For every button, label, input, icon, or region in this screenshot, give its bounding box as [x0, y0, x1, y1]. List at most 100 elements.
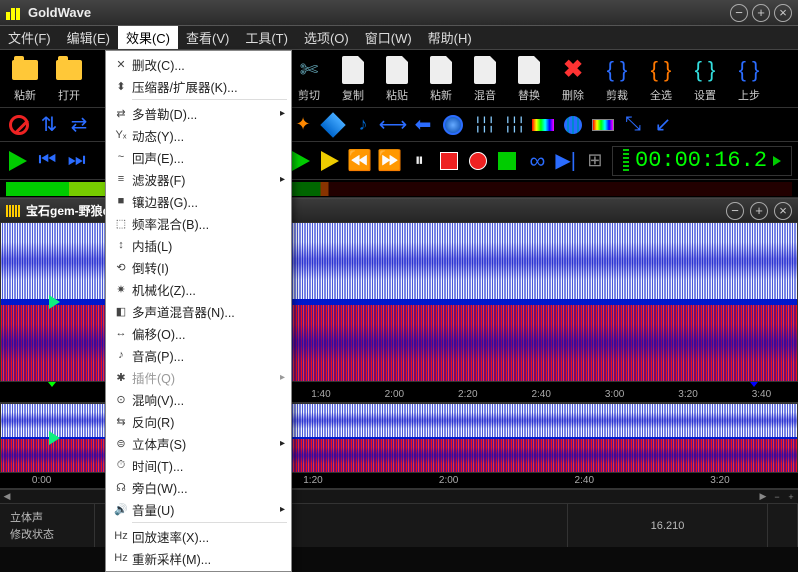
arrow-left-icon[interactable]: ⬅	[410, 112, 436, 138]
effects-item-24[interactable]: Hz重新采样(M)...	[106, 547, 291, 569]
sliders-icon[interactable]: ╎╎╎	[470, 112, 496, 138]
play-button[interactable]	[6, 148, 30, 174]
swap-vert-icon[interactable]: ⇅	[36, 112, 62, 138]
replace-label: 替换	[518, 87, 540, 103]
next-marker-button[interactable]: ⏭	[65, 148, 89, 174]
open-label: 打开	[58, 87, 80, 103]
effects-item-7[interactable]: ■镶边器(G)...	[106, 190, 291, 212]
menu-3[interactable]: 查看(V)	[178, 26, 237, 49]
swap-horiz-icon[interactable]: ⇄	[66, 112, 92, 138]
prev-marker-button[interactable]: ⏮	[35, 148, 59, 174]
effects-item-6[interactable]: ≡滤波器(F)	[106, 168, 291, 190]
sliders2-icon[interactable]: ╎╎╎	[500, 112, 526, 138]
trim-button[interactable]: { }剪裁	[598, 55, 636, 103]
arrows-out-icon[interactable]: ⟷	[380, 112, 406, 138]
effects-item-5[interactable]: ~回声(E)...	[106, 146, 291, 168]
menu-6[interactable]: 窗口(W)	[357, 26, 420, 49]
effects-item-21[interactable]: 🔊音量(U)	[106, 498, 291, 520]
effects-item-9[interactable]: ↕内插(L)	[106, 234, 291, 256]
effects-item-12[interactable]: ◧多声道混音器(N)...	[106, 300, 291, 322]
effects-item-11[interactable]: ✷机械化(Z)...	[106, 278, 291, 300]
orb-icon[interactable]	[440, 112, 466, 138]
menu-2[interactable]: 效果(C)	[118, 26, 178, 49]
menu-1[interactable]: 编辑(E)	[59, 26, 118, 49]
effects-item-label: 重新采样(M)...	[132, 549, 211, 568]
pause-button[interactable]: ⏸	[407, 148, 431, 174]
paste-new2-button[interactable]: 粘新	[422, 55, 460, 103]
playback-cursor-icon[interactable]	[49, 295, 60, 309]
delete-button[interactable]: ✖删除	[554, 55, 592, 103]
close-button[interactable]: ×	[774, 4, 792, 22]
arrow-down-left-icon[interactable]: ↙	[650, 112, 676, 138]
select-all-button[interactable]: { }全选	[642, 55, 680, 103]
effects-item-17[interactable]: ⇆反向(R)	[106, 410, 291, 432]
paste-over-button[interactable]: 粘贴	[378, 55, 416, 103]
play3-button[interactable]	[318, 148, 342, 174]
brace-icon: { }	[602, 55, 632, 85]
cube-icon[interactable]	[320, 112, 346, 138]
ruler-tick: 3:40	[752, 389, 771, 400]
effects-item-13[interactable]: ↔偏移(O)...	[106, 322, 291, 344]
record-button[interactable]	[466, 148, 490, 174]
effects-item-14[interactable]: ♪音高(P)...	[106, 344, 291, 366]
effects-item-10[interactable]: ⟲倒转(I)	[106, 256, 291, 278]
rewind-button[interactable]: ⏪	[347, 148, 372, 174]
converge-icon[interactable]: ⤡	[620, 112, 646, 138]
ruler-tick: 3:20	[710, 475, 729, 486]
barrel-icon[interactable]	[560, 112, 586, 138]
cancel-icon[interactable]	[6, 112, 32, 138]
overview-cursor-icon[interactable]	[49, 431, 60, 445]
effects-item-19[interactable]: ⏱时间(T)...	[106, 454, 291, 476]
zoom-in-button[interactable]: +	[784, 490, 798, 503]
maximize-button[interactable]: +	[752, 4, 770, 22]
stop2-button[interactable]	[495, 148, 519, 174]
brace-c-icon: { }	[690, 55, 720, 85]
menu-5[interactable]: 选项(O)	[296, 26, 357, 49]
scroll-right-button[interactable]: ▶	[756, 490, 770, 503]
doc-minimize-button[interactable]: −	[726, 202, 744, 220]
mix-button[interactable]: 混音	[466, 55, 504, 103]
note-icon[interactable]: ♪	[350, 112, 376, 138]
minimize-button[interactable]: −	[730, 4, 748, 22]
doc-close-button[interactable]: ×	[774, 202, 792, 220]
zoom-out-button[interactable]: −	[770, 490, 784, 503]
effects-item-1[interactable]: ⬍压缩器/扩展器(K)...	[106, 75, 291, 97]
effects-item-4[interactable]: Yₓ动态(Y)...	[106, 124, 291, 146]
replace-button[interactable]: 替换	[510, 55, 548, 103]
loop-button[interactable]: ∞	[524, 148, 548, 174]
xred-icon: ✖	[558, 55, 588, 85]
step-up-label: 上步	[738, 87, 760, 103]
status-modified: 修改状态	[10, 526, 84, 542]
rainbow-box-icon[interactable]	[590, 112, 616, 138]
settings-button[interactable]: { }设置	[686, 55, 724, 103]
scroll-left-button[interactable]: ◀	[0, 490, 14, 503]
effects-item-icon: ✕	[110, 55, 132, 73]
menu-0[interactable]: 文件(F)	[0, 26, 59, 49]
effects-item-3[interactable]: ⇄多普勒(D)...	[106, 102, 291, 124]
copy-button[interactable]: 复制	[334, 55, 372, 103]
doc-maximize-button[interactable]: +	[750, 202, 768, 220]
menu-7[interactable]: 帮助(H)	[420, 26, 480, 49]
paste-new-button[interactable]: 粘新	[6, 55, 44, 103]
effects-item-16[interactable]: ⊙混响(V)...	[106, 388, 291, 410]
effects-item-label: 音高(P)...	[132, 346, 184, 365]
cut-button[interactable]: ✄剪切	[290, 55, 328, 103]
open-button[interactable]: 打开	[50, 55, 88, 103]
play2-button[interactable]	[289, 148, 313, 174]
star-icon[interactable]: ✦	[290, 112, 316, 138]
step-up-button[interactable]: { }上步	[730, 55, 768, 103]
effects-item-20[interactable]: ☊旁白(W)...	[106, 476, 291, 498]
effects-item-icon: ≡	[110, 170, 132, 188]
effects-item-icon: ⬍	[110, 77, 132, 95]
forward-button[interactable]: ⏩	[377, 148, 402, 174]
spectrum-icon[interactable]	[530, 112, 556, 138]
effects-item-8[interactable]: ⬚频率混合(B)...	[106, 212, 291, 234]
folder-icon	[10, 55, 40, 85]
stop-button[interactable]	[436, 148, 460, 174]
tool-button[interactable]: ⊞	[583, 148, 607, 174]
effects-item-23[interactable]: Hz回放速率(X)...	[106, 525, 291, 547]
next-button[interactable]: ▶|	[553, 148, 577, 174]
menu-4[interactable]: 工具(T)	[237, 26, 296, 49]
effects-item-0[interactable]: ✕删改(C)...	[106, 53, 291, 75]
effects-item-18[interactable]: ⊜立体声(S)	[106, 432, 291, 454]
